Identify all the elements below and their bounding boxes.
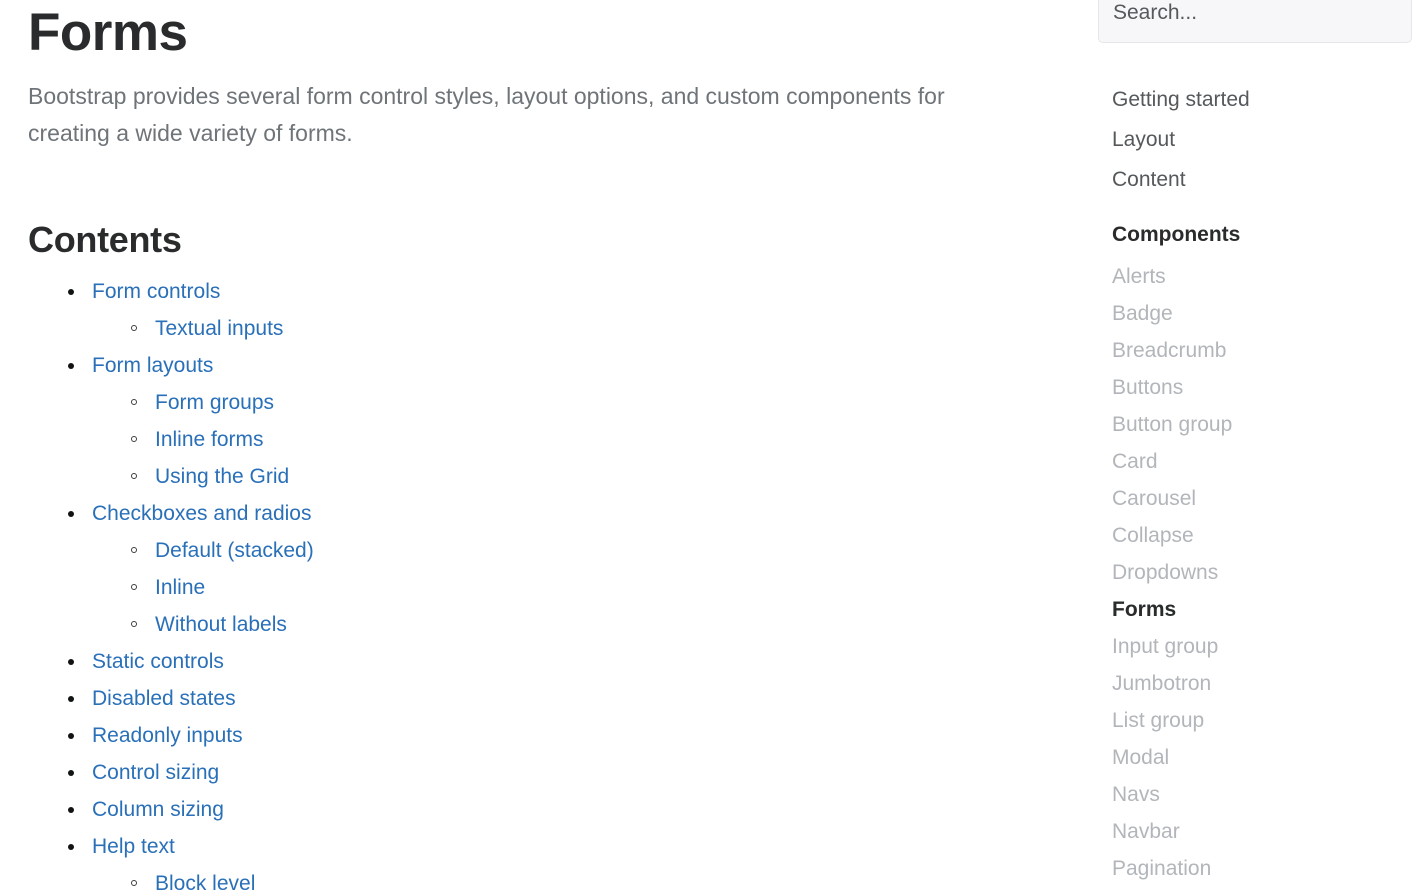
sidebar-item-getting-started[interactable]: Getting started [1112, 80, 1412, 120]
toc-link[interactable]: Form controls [92, 280, 220, 303]
bullet-disc-icon [68, 289, 74, 295]
sidebar-item-input-group[interactable]: Input group [1112, 628, 1412, 665]
toc-link[interactable]: Control sizing [92, 761, 219, 784]
toc-link[interactable]: Form layouts [92, 354, 213, 377]
bullet-circle-icon [131, 399, 137, 405]
toc-sublist: Form groups Inline forms Using the Grid [92, 385, 1032, 496]
toc-subitem: Textual inputs [131, 311, 1032, 348]
toc-link[interactable]: Column sizing [92, 798, 224, 821]
sidebar-item-buttons[interactable]: Buttons [1112, 369, 1412, 406]
toc-item: Readonly inputs [68, 718, 1032, 755]
page-lead-description: Bootstrap provides several form control … [28, 78, 988, 152]
sidebar-components-nav: AlertsBadgeBreadcrumbButtonsButton group… [1112, 258, 1412, 887]
sidebar-item-navbar[interactable]: Navbar [1112, 813, 1412, 850]
bullet-circle-icon [131, 584, 137, 590]
toc-subitem: Without labels [131, 607, 1032, 644]
sidebar-item-jumbotron[interactable]: Jumbotron [1112, 665, 1412, 702]
toc-item: Form controls Textual inputs [68, 274, 1032, 348]
toc-sublist: Block levelInline [92, 866, 1032, 891]
toc-sublink[interactable]: Textual inputs [155, 317, 283, 340]
bullet-disc-icon [68, 696, 74, 702]
sidebar-item-badge[interactable]: Badge [1112, 295, 1412, 332]
toc-link[interactable]: Checkboxes and radios [92, 502, 311, 525]
sidebar-item-content[interactable]: Content [1112, 160, 1412, 200]
sidebar-item-forms[interactable]: Forms [1112, 591, 1412, 628]
toc-subitem: Block level [131, 866, 1032, 891]
toc-link[interactable]: Static controls [92, 650, 224, 673]
toc-item: Disabled states [68, 681, 1032, 718]
docs-page: Forms Bootstrap provides several form co… [0, 0, 1420, 891]
sidebar-item-dropdowns[interactable]: Dropdowns [1112, 554, 1412, 591]
bullet-circle-icon [131, 880, 137, 886]
toc-sublink[interactable]: Default (stacked) [155, 539, 314, 562]
page-title: Forms [28, 0, 1032, 64]
toc-sublink[interactable]: Form groups [155, 391, 274, 414]
toc-sublink[interactable]: Inline forms [155, 428, 264, 451]
bullet-circle-icon [131, 547, 137, 553]
bullet-disc-icon [68, 770, 74, 776]
sidebar-item-breadcrumb[interactable]: Breadcrumb [1112, 332, 1412, 369]
bullet-disc-icon [68, 363, 74, 369]
bullet-disc-icon [68, 733, 74, 739]
bullet-circle-icon [131, 325, 137, 331]
bullet-disc-icon [68, 844, 74, 850]
bullet-circle-icon [131, 436, 137, 442]
bullet-circle-icon [131, 473, 137, 479]
contents-heading: Contents [28, 218, 1032, 262]
bullet-disc-icon [68, 807, 74, 813]
toc-link[interactable]: Disabled states [92, 687, 236, 710]
toc-subitem: Default (stacked) [131, 533, 1032, 570]
sidebar-item-layout[interactable]: Layout [1112, 120, 1412, 160]
toc-link[interactable]: Readonly inputs [92, 724, 243, 747]
toc-subitem: Using the Grid [131, 459, 1032, 496]
search-input[interactable] [1098, 0, 1412, 43]
toc-item: Control sizing [68, 755, 1032, 792]
toc-item: Column sizing [68, 792, 1032, 829]
sidebar-item-button-group[interactable]: Button group [1112, 406, 1412, 443]
toc-subitem: Inline forms [131, 422, 1032, 459]
toc-item: Checkboxes and radios Default (stacked) In… [68, 496, 1032, 644]
sidebar-item-card[interactable]: Card [1112, 443, 1412, 480]
toc-sublist: Textual inputs [92, 311, 1032, 348]
sidebar-item-navs[interactable]: Navs [1112, 776, 1412, 813]
toc-sublink[interactable]: Inline [155, 576, 205, 599]
toc-item: Help text Block levelInline [68, 829, 1032, 891]
sidebar-item-collapse[interactable]: Collapse [1112, 517, 1412, 554]
sidebar-item-alerts[interactable]: Alerts [1112, 258, 1412, 295]
toc-subitem: Inline [131, 570, 1032, 607]
toc-link[interactable]: Help text [92, 835, 175, 858]
main-content: Forms Bootstrap provides several form co… [0, 0, 1060, 891]
sidebar-item-pagination[interactable]: Pagination [1112, 850, 1412, 887]
toc-sublink[interactable]: Block level [155, 872, 255, 891]
table-of-contents: Form controlsTextual inputsForm layoutsF… [28, 274, 1032, 891]
toc-item: Form layouts Form groups Inline forms Using… [68, 348, 1032, 496]
toc-sublink[interactable]: Using the Grid [155, 465, 289, 488]
toc-subitem: Form groups [131, 385, 1032, 422]
bullet-disc-icon [68, 659, 74, 665]
sidebar-item-list-group[interactable]: List group [1112, 702, 1412, 739]
sidebar-top-nav: Getting startedLayoutContent [1112, 80, 1412, 200]
search-container [1098, 0, 1412, 43]
toc-sublink[interactable]: Without labels [155, 613, 287, 636]
bullet-disc-icon [68, 511, 74, 517]
sidebar-item-modal[interactable]: Modal [1112, 739, 1412, 776]
toc-sublist: Default (stacked) Inline Without labels [92, 533, 1032, 644]
sidebar: Getting startedLayoutContent Components … [1098, 0, 1420, 891]
sidebar-item-carousel[interactable]: Carousel [1112, 480, 1412, 517]
sidebar-section-heading-components: Components [1112, 220, 1240, 250]
toc-item: Static controls [68, 644, 1032, 681]
bullet-circle-icon [131, 621, 137, 627]
